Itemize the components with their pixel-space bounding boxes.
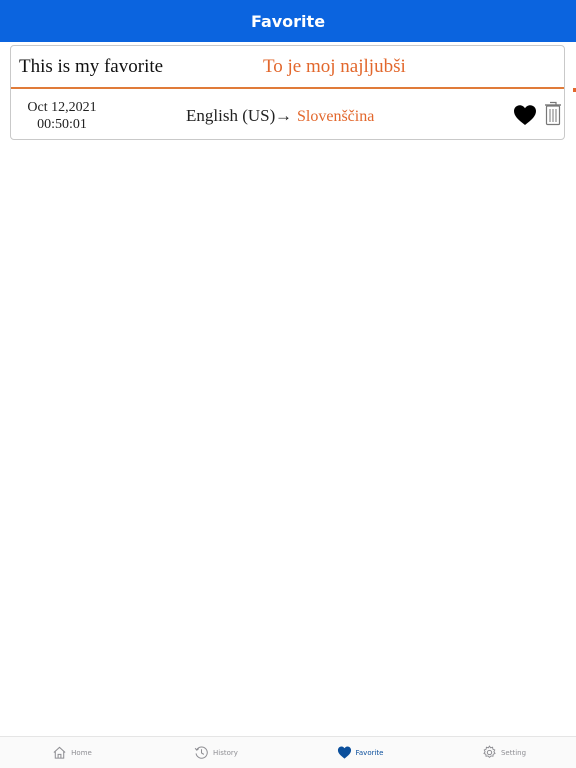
unfavorite-heart-icon[interactable] [513, 104, 537, 126]
timestamp: Oct 12,2021 00:50:01 [19, 99, 105, 133]
tab-home[interactable]: Home [0, 737, 144, 768]
tab-setting[interactable]: Setting [432, 737, 576, 768]
date-text: Oct 12,2021 [27, 100, 97, 115]
source-text: This is my favorite [19, 56, 164, 77]
tab-history-label: History [213, 748, 238, 757]
time-text: 00:50:01 [37, 117, 87, 132]
home-icon [53, 746, 66, 759]
favorite-card[interactable]: This is my favorite To je moj najljubši … [10, 45, 565, 140]
app-screen: Favorite This is my favorite To je moj n… [0, 0, 576, 768]
favorite-card-meta-row: Oct 12,2021 00:50:01 English (US) → Slov… [11, 89, 564, 139]
tab-bar: Home History Favorite Setting [0, 736, 576, 768]
delete-trash-icon[interactable] [544, 101, 562, 126]
history-icon [194, 746, 208, 759]
tab-favorite[interactable]: Favorite [288, 737, 432, 768]
arrow-icon: → [275, 106, 292, 125]
tab-home-label: Home [71, 748, 92, 757]
target-language: Slovenščina [297, 108, 375, 125]
tab-history[interactable]: History [144, 737, 288, 768]
favorite-card-text-row: This is my favorite To je moj najljubši [11, 46, 564, 89]
heart-icon [337, 746, 351, 759]
source-language: English (US) [186, 106, 276, 125]
tab-setting-label: Setting [500, 748, 527, 757]
translated-text: To je moj najljubši [263, 56, 406, 77]
tab-favorite-label: Favorite [355, 748, 384, 757]
page-title: Favorite [250, 11, 326, 31]
navigation-bar: Favorite [0, 0, 576, 42]
gear-icon [483, 745, 496, 759]
